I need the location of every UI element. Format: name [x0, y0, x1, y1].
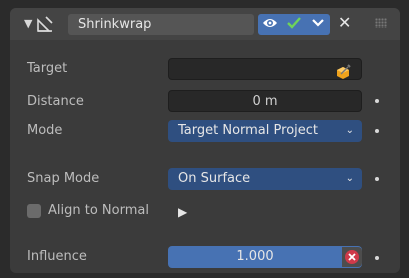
chevron-down-icon: ⌄	[345, 173, 354, 184]
target-label: Target	[27, 61, 68, 76]
align-to-normal-label[interactable]: Align to Normal	[48, 203, 149, 218]
align-to-normal-checkbox[interactable]	[27, 204, 41, 218]
close-icon[interactable]: ✕	[338, 13, 351, 32]
shrinkwrap-modifier-icon	[36, 15, 54, 33]
modifier-extras-dropdown[interactable]	[306, 14, 330, 35]
eye-icon	[262, 17, 278, 33]
drag-grip-icon[interactable]	[375, 18, 387, 28]
clear-icon	[345, 250, 359, 264]
keyframe-dot-icon[interactable]	[375, 177, 379, 181]
modifier-panel: ▼ Shrinkwrap ✕ Target Distance 0 m Mode …	[10, 8, 400, 273]
eyedropper-icon[interactable]	[339, 62, 353, 84]
chevron-down-icon: ⌄	[345, 125, 354, 136]
checkmark-icon	[286, 16, 302, 34]
modifier-name-field[interactable]: Shrinkwrap	[68, 14, 254, 35]
snap-mode-label: Snap Mode	[27, 171, 100, 186]
influence-label: Influence	[27, 249, 87, 264]
modifier-header: ▼ Shrinkwrap ✕	[10, 8, 400, 40]
target-field[interactable]	[168, 58, 362, 80]
influence-slider[interactable]: 1.000	[168, 246, 362, 268]
clear-influence-button[interactable]	[342, 247, 362, 267]
mode-dropdown[interactable]: Target Normal Project ⌄	[168, 120, 362, 142]
show-in-viewport-toggle[interactable]	[258, 14, 282, 35]
distance-label: Distance	[27, 94, 84, 109]
collapse-arrow-icon[interactable]: ▼	[24, 17, 32, 30]
distance-field[interactable]: 0 m	[168, 90, 362, 112]
keyframe-dot-icon[interactable]	[375, 129, 379, 133]
keyframe-dot-icon[interactable]	[375, 99, 379, 103]
expand-arrow-icon[interactable]: ▶	[178, 205, 187, 219]
chevron-down-icon	[311, 17, 325, 32]
snap-mode-dropdown[interactable]: On Surface ⌄	[168, 168, 362, 190]
show-in-render-toggle[interactable]	[282, 14, 306, 35]
keyframe-dot-icon[interactable]	[375, 256, 379, 260]
mode-label: Mode	[27, 123, 63, 138]
